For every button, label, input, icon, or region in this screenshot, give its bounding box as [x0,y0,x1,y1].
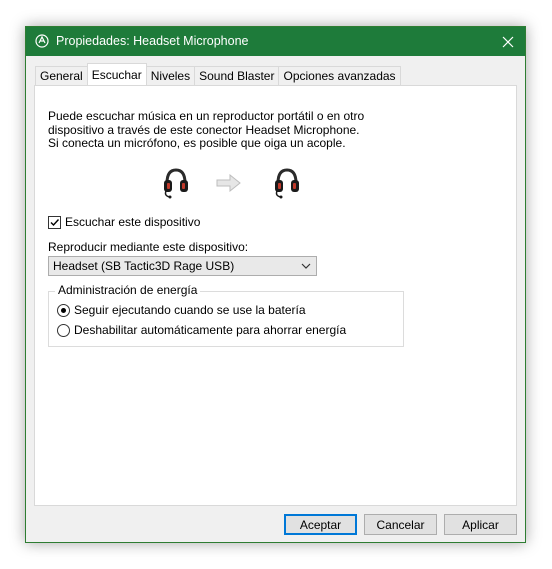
tab-opciones-avanzadas[interactable]: Opciones avanzadas [278,66,401,85]
radio-auto-disable[interactable]: Deshabilitar automáticamente para ahorra… [57,323,346,337]
tab-strip: General Escuchar Niveles Sound Blaster O… [35,63,401,85]
tab-sound-blaster[interactable]: Sound Blaster [194,66,280,85]
playback-device-value: Headset (SB Tactic3D Rage USB) [53,259,235,273]
tab-niveles[interactable]: Niveles [145,66,196,85]
radio-button[interactable] [57,323,70,337]
power-management-group [48,291,404,347]
headset-icon [164,168,188,199]
app-icon [35,34,49,48]
radio-keep-running-label: Seguir ejecutando cuando se use la bater… [74,303,306,317]
headset-icon [275,168,299,199]
tab-panel: Puede escuchar música en un reproductor … [34,85,517,506]
radio-button[interactable] [57,303,70,317]
listen-device-label: Escuchar este dispositivo [65,215,201,229]
radio-keep-running[interactable]: Seguir ejecutando cuando se use la bater… [57,303,306,317]
tab-escuchar[interactable]: Escuchar [86,63,147,85]
tab-general[interactable]: General [35,66,88,85]
power-management-title: Administración de energía [55,283,201,297]
listen-device-checkbox[interactable]: Escuchar este dispositivo [48,215,200,229]
checkmark-icon [50,218,60,226]
playback-device-label: Reproducir mediante este dispositivo: [48,240,249,254]
title-bar[interactable]: Propiedades: Headset Microphone [26,27,525,56]
playback-device-select[interactable]: Headset (SB Tactic3D Rage USB) [48,256,317,276]
arrow-right-icon [216,174,241,192]
close-button[interactable] [491,27,525,56]
radio-auto-disable-label: Deshabilitar automáticamente para ahorra… [74,323,347,337]
close-icon [502,36,514,47]
properties-dialog: Propiedades: Headset Microphone General … [25,26,526,543]
checkbox-box[interactable] [48,215,61,229]
window-title: Propiedades: Headset Microphone [56,34,249,48]
cancel-button[interactable]: Cancelar [364,514,437,535]
apply-button[interactable]: Aplicar [444,514,517,535]
ok-button[interactable]: Aceptar [284,514,357,535]
chevron-down-icon [301,263,311,269]
description-text: Puede escuchar música en un reproductor … [48,109,365,150]
